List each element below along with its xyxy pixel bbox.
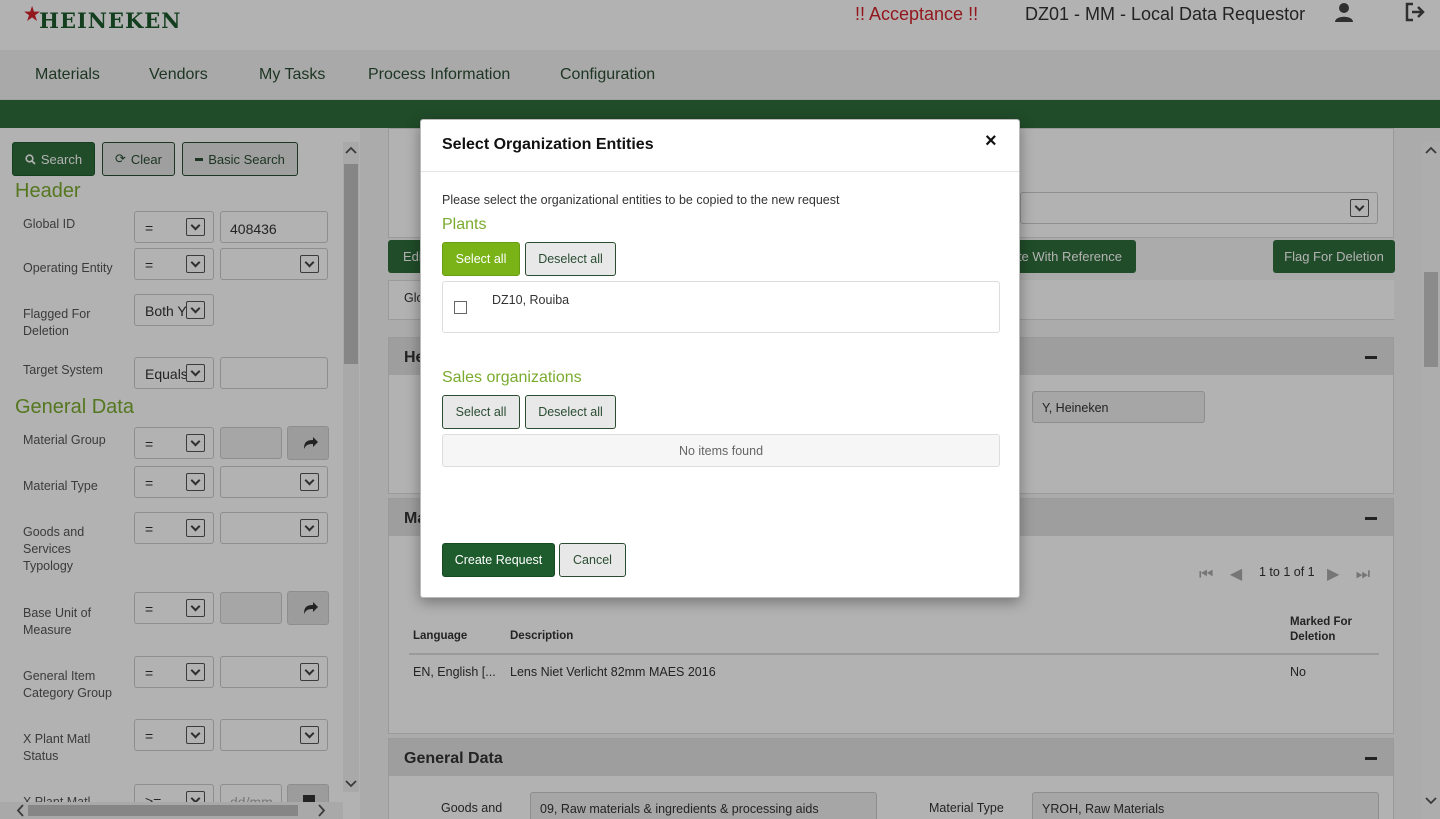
sales-orgs-section-title: Sales organizations [442, 369, 582, 386]
cancel-button[interactable]: Cancel [559, 543, 626, 577]
dialog-title: Select Organization Entities [442, 136, 654, 153]
dialog-divider [421, 171, 1019, 172]
sales-orgs-empty-state: No items found [442, 434, 1000, 467]
sales-deselect-all-button[interactable]: Deselect all [525, 395, 616, 429]
close-icon[interactable]: × [985, 131, 997, 151]
plants-deselect-all-button[interactable]: Deselect all [525, 242, 616, 276]
plants-list: DZ10, Rouiba [442, 281, 1000, 333]
create-request-button[interactable]: Create Request [442, 543, 555, 577]
plant-checkbox[interactable] [454, 301, 467, 314]
plant-label: DZ10, Rouiba [492, 293, 570, 307]
plants-select-all-button[interactable]: Select all [442, 242, 520, 276]
plants-section-title: Plants [442, 216, 487, 233]
select-organization-entities-dialog: Select Organization Entities × Please se… [420, 119, 1020, 598]
dialog-instruction: Please select the organizational entitie… [442, 193, 840, 207]
sales-select-all-button[interactable]: Select all [442, 395, 520, 429]
